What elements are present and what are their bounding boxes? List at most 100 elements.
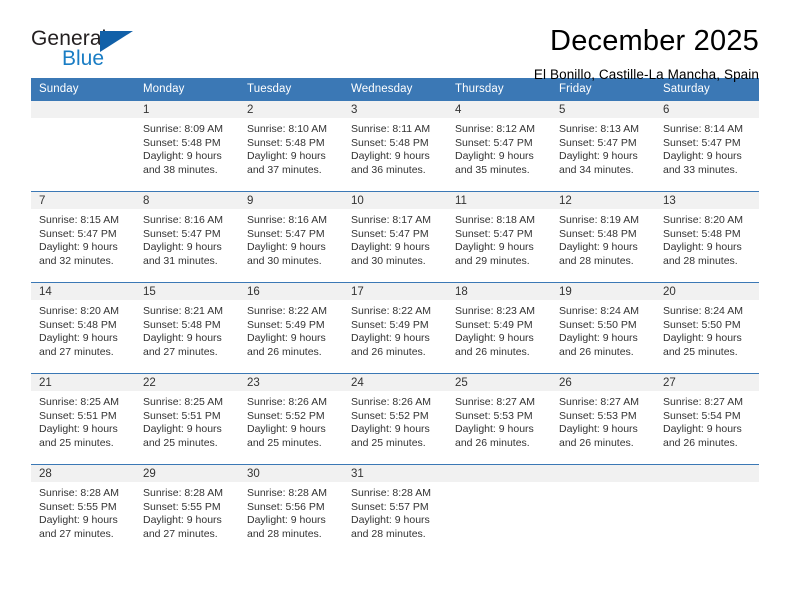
day-info-line: Sunset: 5:48 PM <box>663 227 741 240</box>
calendar-day-cell[interactable]: 27 Sunrise: 8:27 AM Sunset: 5:54 PM Dayligh… <box>655 373 759 465</box>
day-info-line: Sunset: 5:55 PM <box>39 500 117 513</box>
calendar-day-cell[interactable]: 30 Sunrise: 8:28 AM Sunset: 5:56 PM Dayligh… <box>239 464 343 555</box>
day-info-line: Sunrise: 8:25 AM <box>143 396 223 408</box>
day-sun-info: Sunrise: 8:24 AM Sunset: 5:50 PM Daylight:… <box>551 300 655 359</box>
calendar-day-cell[interactable]: 12 Sunrise: 8:19 AM Sunset: 5:48 PM Dayligh… <box>551 191 655 283</box>
calendar-day-cell[interactable]: 21 Sunrise: 8:25 AM Sunset: 5:51 PM Dayligh… <box>31 373 135 465</box>
day-info-line: Sunset: 5:56 PM <box>247 500 325 513</box>
calendar-day-cell[interactable]: 5 Sunrise: 8:13 AM Sunset: 5:47 PM Daylight… <box>551 100 655 192</box>
day-number: 28 <box>31 465 135 482</box>
day-number: 14 <box>31 283 135 300</box>
calendar-day-cell[interactable]: 3 Sunrise: 8:11 AM Sunset: 5:48 PM Daylight… <box>343 100 447 192</box>
day-sun-info <box>551 482 655 487</box>
calendar-day-cell[interactable]: 13 Sunrise: 8:20 AM Sunset: 5:48 PM Dayligh… <box>655 191 759 283</box>
calendar-day-cell[interactable]: 20 Sunrise: 8:24 AM Sunset: 5:50 PM Dayligh… <box>655 282 759 374</box>
day-cell-inner <box>31 101 135 191</box>
day-info-line: and 37 minutes. <box>247 163 322 176</box>
day-info-line: Sunrise: 8:27 AM <box>455 396 535 408</box>
day-info-line: and 25 minutes. <box>39 436 114 449</box>
day-number: 10 <box>343 192 447 209</box>
day-info-line: Daylight: 9 hours <box>663 423 742 435</box>
day-info-line: Daylight: 9 hours <box>559 150 638 162</box>
calendar-day-cell[interactable]: 2 Sunrise: 8:10 AM Sunset: 5:48 PM Daylight… <box>239 100 343 192</box>
day-sun-info: Sunrise: 8:18 AM Sunset: 5:47 PM Daylight:… <box>447 209 551 268</box>
day-sun-info: Sunrise: 8:15 AM Sunset: 5:47 PM Daylight:… <box>31 209 135 268</box>
calendar-day-cell[interactable]: 29 Sunrise: 8:28 AM Sunset: 5:55 PM Dayligh… <box>135 464 239 555</box>
day-info-line: Sunset: 5:48 PM <box>247 136 325 149</box>
calendar-day-cell[interactable]: 17 Sunrise: 8:22 AM Sunset: 5:49 PM Dayligh… <box>343 282 447 374</box>
day-info-line: Sunrise: 8:23 AM <box>455 305 535 317</box>
calendar-day-cell[interactable]: 1 Sunrise: 8:09 AM Sunset: 5:48 PM Daylight… <box>135 100 239 192</box>
calendar-day-cell[interactable]: 23 Sunrise: 8:26 AM Sunset: 5:52 PM Dayligh… <box>239 373 343 465</box>
calendar-day-cell[interactable]: 28 Sunrise: 8:28 AM Sunset: 5:55 PM Dayligh… <box>31 464 135 555</box>
calendar-day-cell[interactable]: 15 Sunrise: 8:21 AM Sunset: 5:48 PM Dayligh… <box>135 282 239 374</box>
day-info-line: Daylight: 9 hours <box>143 241 222 253</box>
calendar-week-row: 14 Sunrise: 8:20 AM Sunset: 5:48 PM Dayligh… <box>31 282 759 374</box>
calendar-day-cell[interactable]: 4 Sunrise: 8:12 AM Sunset: 5:47 PM Daylight… <box>447 100 551 192</box>
calendar-day-cell[interactable]: 16 Sunrise: 8:22 AM Sunset: 5:49 PM Dayligh… <box>239 282 343 374</box>
calendar-day-cell[interactable]: 26 Sunrise: 8:27 AM Sunset: 5:53 PM Dayligh… <box>551 373 655 465</box>
calendar-day-cell[interactable]: 10 Sunrise: 8:17 AM Sunset: 5:47 PM Dayligh… <box>343 191 447 283</box>
day-info-line: Daylight: 9 hours <box>143 423 222 435</box>
day-sun-info <box>447 482 551 487</box>
day-info-line: Sunset: 5:47 PM <box>455 136 533 149</box>
day-cell-inner: 26 Sunrise: 8:27 AM Sunset: 5:53 PM Dayligh… <box>551 374 655 464</box>
calendar-week-row: 21 Sunrise: 8:25 AM Sunset: 5:51 PM Dayligh… <box>31 373 759 465</box>
day-info-line: Sunset: 5:47 PM <box>455 227 533 240</box>
logo-triangle-icon <box>100 31 133 52</box>
day-sun-info <box>31 118 135 123</box>
day-info-line: Sunrise: 8:21 AM <box>143 305 223 317</box>
day-cell-inner: 16 Sunrise: 8:22 AM Sunset: 5:49 PM Dayligh… <box>239 283 343 373</box>
day-info-line: Sunset: 5:52 PM <box>351 409 429 422</box>
day-info-line: Sunrise: 8:24 AM <box>559 305 639 317</box>
calendar-day-cell[interactable]: 9 Sunrise: 8:16 AM Sunset: 5:47 PM Daylight… <box>239 191 343 283</box>
day-info-line: Sunset: 5:49 PM <box>351 318 429 331</box>
day-info-line: Daylight: 9 hours <box>663 332 742 344</box>
day-number: 15 <box>135 283 239 300</box>
calendar-day-cell[interactable]: 6 Sunrise: 8:14 AM Sunset: 5:47 PM Daylight… <box>655 100 759 192</box>
day-cell-inner: 21 Sunrise: 8:25 AM Sunset: 5:51 PM Dayligh… <box>31 374 135 464</box>
day-info-line: Daylight: 9 hours <box>455 423 534 435</box>
day-sun-info: Sunrise: 8:27 AM Sunset: 5:53 PM Daylight:… <box>551 391 655 450</box>
calendar-day-cell[interactable]: 19 Sunrise: 8:24 AM Sunset: 5:50 PM Dayligh… <box>551 282 655 374</box>
day-sun-info: Sunrise: 8:16 AM Sunset: 5:47 PM Daylight:… <box>135 209 239 268</box>
day-info-line: and 27 minutes. <box>143 345 218 358</box>
day-info-line: Daylight: 9 hours <box>247 514 326 526</box>
day-cell-inner: 4 Sunrise: 8:12 AM Sunset: 5:47 PM Daylight… <box>447 101 551 191</box>
calendar-day-cell[interactable]: 18 Sunrise: 8:23 AM Sunset: 5:49 PM Dayligh… <box>447 282 551 374</box>
day-cell-inner: 1 Sunrise: 8:09 AM Sunset: 5:48 PM Daylight… <box>135 101 239 191</box>
day-number: 12 <box>551 192 655 209</box>
day-info-line: Sunrise: 8:28 AM <box>39 487 119 499</box>
day-cell-inner: 18 Sunrise: 8:23 AM Sunset: 5:49 PM Dayligh… <box>447 283 551 373</box>
day-info-line: Sunrise: 8:16 AM <box>247 214 327 226</box>
day-info-line: Daylight: 9 hours <box>559 241 638 253</box>
day-sun-info <box>655 482 759 487</box>
day-info-line: and 25 minutes. <box>143 436 218 449</box>
day-cell-inner: 20 Sunrise: 8:24 AM Sunset: 5:50 PM Dayligh… <box>655 283 759 373</box>
calendar-day-cell[interactable]: 24 Sunrise: 8:26 AM Sunset: 5:52 PM Dayligh… <box>343 373 447 465</box>
day-info-line: Daylight: 9 hours <box>247 332 326 344</box>
weekday-header-sunday: Sunday <box>31 78 135 101</box>
calendar-day-cell[interactable]: 11 Sunrise: 8:18 AM Sunset: 5:47 PM Dayligh… <box>447 191 551 283</box>
day-info-line: Sunset: 5:54 PM <box>663 409 741 422</box>
calendar-day-cell[interactable]: 31 Sunrise: 8:28 AM Sunset: 5:57 PM Dayligh… <box>343 464 447 555</box>
calendar-week-row: 1 Sunrise: 8:09 AM Sunset: 5:48 PM Daylight… <box>31 100 759 192</box>
calendar-day-cell[interactable]: 25 Sunrise: 8:27 AM Sunset: 5:53 PM Dayligh… <box>447 373 551 465</box>
day-cell-inner: 13 Sunrise: 8:20 AM Sunset: 5:48 PM Dayligh… <box>655 192 759 282</box>
day-info-line: Daylight: 9 hours <box>351 423 430 435</box>
day-info-line: Sunset: 5:48 PM <box>39 318 117 331</box>
calendar-day-cell[interactable]: 22 Sunrise: 8:25 AM Sunset: 5:51 PM Dayligh… <box>135 373 239 465</box>
day-info-line: Sunset: 5:49 PM <box>247 318 325 331</box>
calendar-day-cell[interactable]: 8 Sunrise: 8:16 AM Sunset: 5:47 PM Daylight… <box>135 191 239 283</box>
day-info-line: Daylight: 9 hours <box>455 332 534 344</box>
day-number: 26 <box>551 374 655 391</box>
day-info-line: Daylight: 9 hours <box>351 241 430 253</box>
day-info-line: and 32 minutes. <box>39 254 114 267</box>
day-info-line: and 28 minutes. <box>559 254 634 267</box>
day-info-line: and 25 minutes. <box>663 345 738 358</box>
day-info-line: Daylight: 9 hours <box>663 150 742 162</box>
day-info-line: Daylight: 9 hours <box>39 423 118 435</box>
day-number: 31 <box>343 465 447 482</box>
calendar-day-cell[interactable]: 7 Sunrise: 8:15 AM Sunset: 5:47 PM Daylight… <box>31 191 135 283</box>
calendar-day-cell[interactable]: 14 Sunrise: 8:20 AM Sunset: 5:48 PM Dayligh… <box>31 282 135 374</box>
